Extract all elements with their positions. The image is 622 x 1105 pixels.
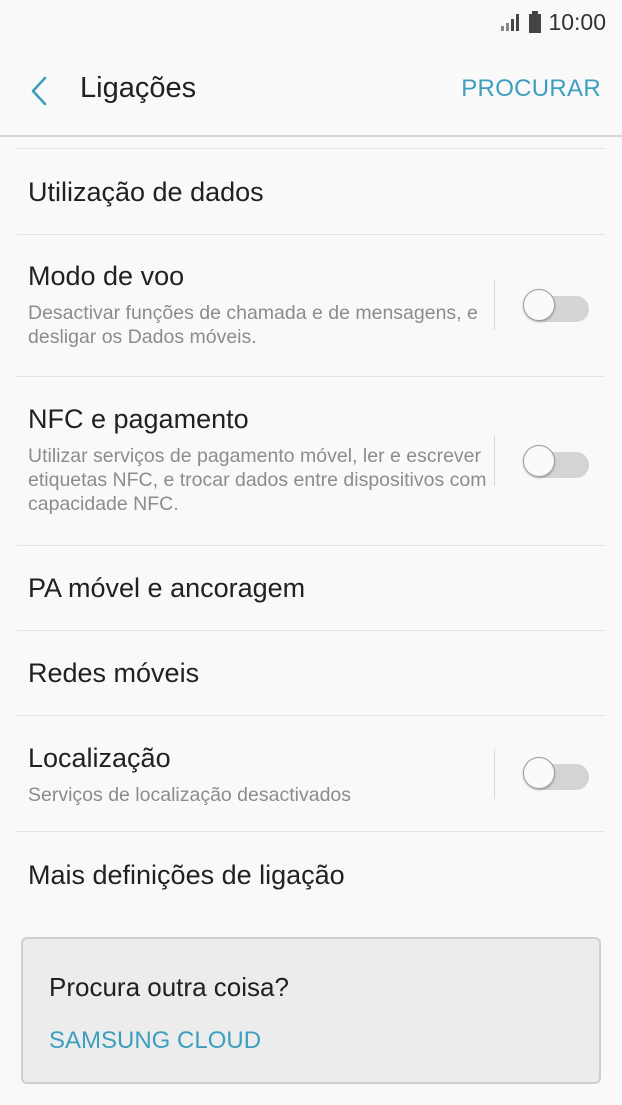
nfc-toggle[interactable] (523, 444, 589, 478)
setting-location[interactable]: Localização Serviços de localização desa… (17, 716, 605, 832)
page-title: Ligações (80, 72, 197, 104)
divider (494, 280, 495, 330)
settings-list: Utilização de dados Modo de voo Desactiv… (17, 148, 605, 922)
setting-title: PA móvel e ancoragem (28, 573, 306, 603)
setting-more-connection[interactable]: Mais definições de ligação (17, 832, 605, 922)
status-time: 10:00 (548, 8, 606, 35)
status-icons: 10:00 (500, 8, 606, 36)
toggle-thumb (523, 289, 555, 321)
location-toggle[interactable] (523, 756, 589, 790)
setting-title: Localização (28, 743, 171, 773)
samsung-cloud-link[interactable]: SAMSUNG CLOUD (49, 1027, 261, 1055)
toggle-thumb (523, 445, 555, 477)
setting-title: Mais definições de ligação (28, 860, 345, 890)
suggestion-title: Procura outra coisa? (49, 972, 289, 1002)
battery-icon (529, 11, 542, 33)
setting-title: Modo de voo (28, 261, 185, 291)
signal-icon (501, 14, 520, 31)
setting-hotspot-tethering[interactable]: PA móvel e ancoragem (17, 546, 605, 631)
setting-title: NFC e pagamento (28, 404, 249, 434)
app-bar: Ligações PROCURAR (0, 44, 622, 137)
back-button[interactable] (22, 74, 56, 108)
suggestion-card: Procura outra coisa? SAMSUNG CLOUD (21, 937, 601, 1084)
divider (494, 749, 495, 799)
setting-title: Redes móveis (28, 658, 200, 688)
search-button[interactable]: PROCURAR (461, 75, 601, 103)
toggle-thumb (523, 757, 555, 789)
setting-data-usage[interactable]: Utilização de dados (17, 149, 605, 235)
chevron-left-icon (31, 76, 47, 106)
setting-mobile-networks[interactable]: Redes móveis (17, 631, 605, 716)
setting-subtitle: Utilizar serviços de pagamento móvel, le… (28, 445, 487, 515)
airplane-mode-toggle[interactable] (523, 288, 589, 322)
setting-title: Utilização de dados (28, 177, 264, 207)
setting-airplane-mode[interactable]: Modo de voo Desactivar funções de chamad… (17, 235, 605, 377)
setting-nfc-payment[interactable]: NFC e pagamento Utilizar serviços de pag… (17, 377, 605, 546)
status-bar: 10:00 (0, 0, 622, 44)
setting-subtitle: Desactivar funções de chamada e de mensa… (28, 302, 478, 348)
divider (494, 436, 495, 486)
setting-subtitle: Serviços de localização desactivados (28, 784, 352, 806)
